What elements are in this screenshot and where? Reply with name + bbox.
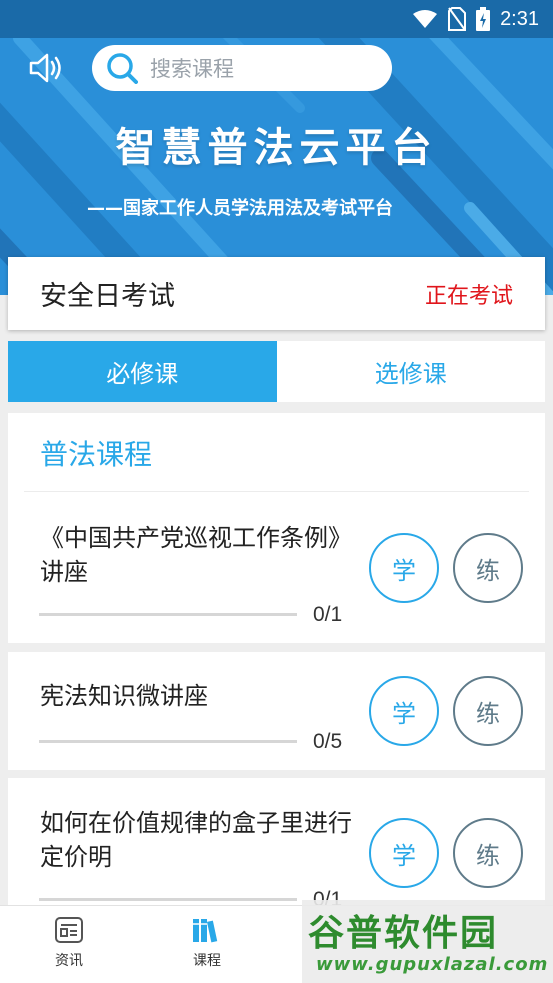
course-title: 宪法知识微讲座 [40,682,208,710]
course-title: 如何在价值规律的盒子里进行定价明 [40,809,352,871]
no-sim-icon [448,7,467,31]
exam-status: 正在考试 [424,283,513,309]
practice-button[interactable]: 练 [453,818,523,888]
learn-button[interactable]: 学 [369,533,439,603]
speaker-icon[interactable] [28,52,64,84]
tab-elective[interactable]: 选修课 [277,341,546,402]
search-placeholder: 搜索课程 [150,57,234,81]
clock: 2:31 [500,7,539,30]
practice-button[interactable]: 练 [453,676,523,746]
progress-count: 0/5 [313,730,343,753]
course-tabs: 必修课 选修课 [8,341,545,402]
wifi-icon [413,10,438,28]
progress-bar [39,740,297,743]
nav-courses-label: 课程 [193,953,221,969]
app-title: 智慧普法云平台 [115,125,438,171]
search-input[interactable]: 搜索课程 [92,45,392,91]
divider [24,491,529,492]
watermark-text: 谷普软件园 [308,913,499,954]
battery-charging-icon [476,7,491,31]
section-title: 普法课程 [40,438,153,471]
exam-card[interactable]: 安全日考试 正在考试 [8,257,545,330]
learn-button[interactable]: 学 [369,676,439,746]
nav-news-label: 资讯 [55,953,83,969]
status-bar: 2:31 [0,0,553,38]
search-icon [107,53,138,84]
nav-courses[interactable]: 课程 [167,916,247,970]
app-subtitle: ——国家工作人员学法用法及考试平台 [87,198,393,219]
practice-button[interactable]: 练 [453,533,523,603]
progress-bar [39,613,297,616]
course-item[interactable]: 宪法知识微讲座 0/5 学 练 [8,652,545,770]
news-icon [55,917,83,943]
learn-button[interactable]: 学 [369,818,439,888]
exam-name: 安全日考试 [40,281,175,312]
books-icon [193,919,218,943]
progress-bar [39,898,297,901]
nav-news[interactable]: 资讯 [29,916,109,970]
course-section: 普法课程 《中国共产党巡视工作条例》讲座 0/1 学 练 [8,413,545,643]
progress-count: 0/1 [313,603,343,626]
watermark: 谷普软件园 www.gupuxlazal.com [302,900,553,983]
course-item[interactable]: 如何在价值规律的盒子里进行定价明 0/1 学 练 [8,778,545,918]
watermark-url: www.gupuxlazal.com [316,954,549,975]
tab-required[interactable]: 必修课 [8,341,277,402]
course-title: 《中国共产党巡视工作条例》讲座 [40,524,352,586]
